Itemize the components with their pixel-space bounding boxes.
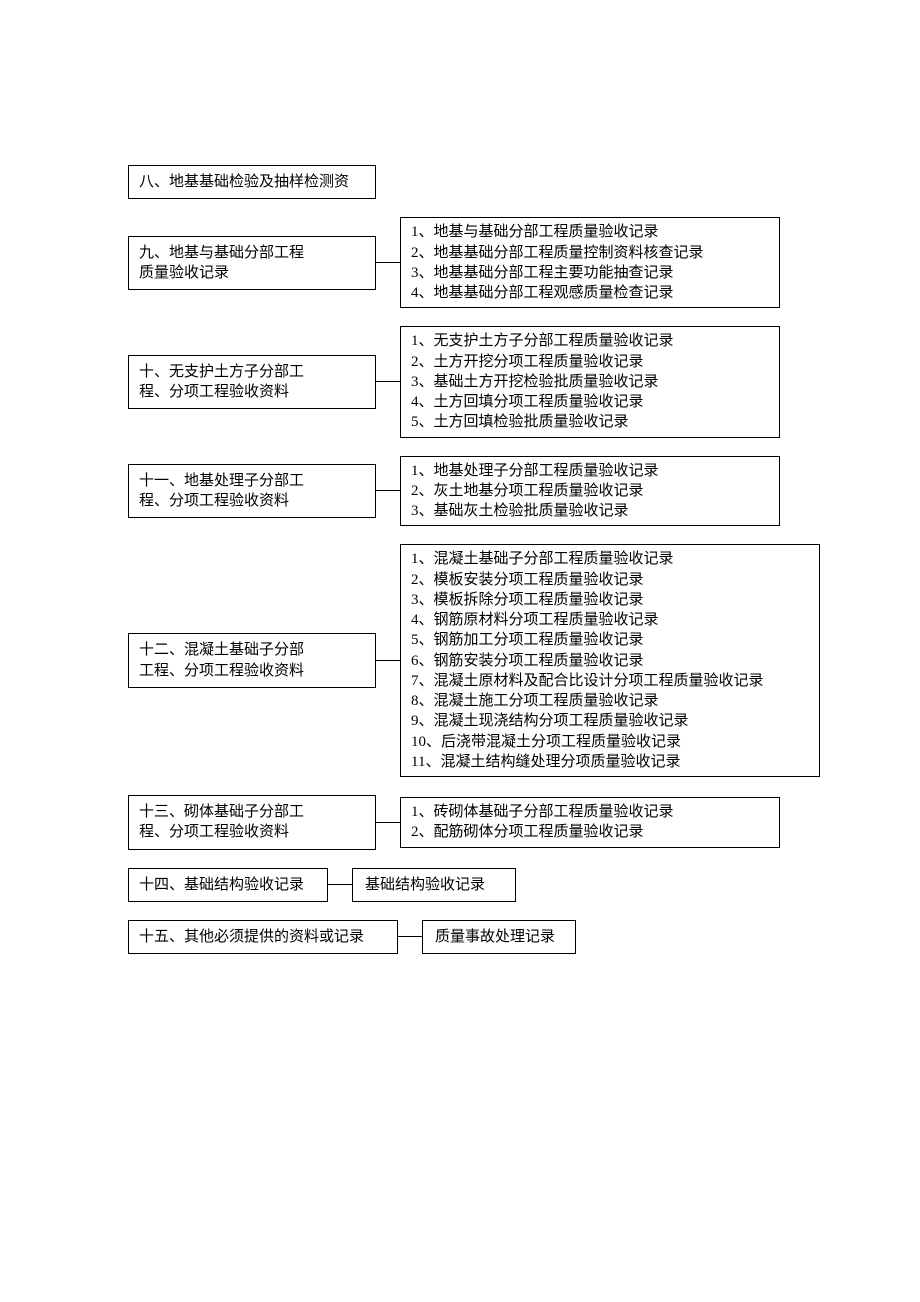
list-item: 8、混凝土施工分项工程质量验收记录 (411, 691, 809, 711)
connector-icon (376, 822, 400, 823)
list-item: 9、混凝土现浇结构分项工程质量验收记录 (411, 711, 809, 731)
connector-icon (328, 884, 352, 885)
connector-icon (376, 660, 400, 661)
section-10-title-line1: 十、无支护土方子分部工 (139, 362, 365, 382)
section-15-row: 十五、其他必须提供的资料或记录 质量事故处理记录 (0, 920, 920, 954)
section-13-title-line2: 程、分项工程验收资料 (139, 822, 365, 842)
section-8-title: 八、地基基础检验及抽样检测资 (139, 174, 349, 190)
list-item: 1、无支护土方子分部工程质量验收记录 (411, 331, 769, 351)
section-14-right-text: 基础结构验收记录 (365, 877, 485, 893)
list-item: 5、土方回填检验批质量验收记录 (411, 412, 769, 432)
list-item: 6、钢筋安装分项工程质量验收记录 (411, 651, 809, 671)
list-item: 2、模板安装分项工程质量验收记录 (411, 570, 809, 590)
section-14-right: 基础结构验收记录 (352, 868, 516, 902)
section-14-box: 十四、基础结构验收记录 (128, 868, 328, 902)
list-item: 1、混凝土基础子分部工程质量验收记录 (411, 549, 809, 569)
list-item: 2、配筋砌体分项工程质量验收记录 (411, 822, 769, 842)
connector-icon (376, 490, 400, 491)
list-item: 7、混凝土原材料及配合比设计分项工程质量验收记录 (411, 671, 809, 691)
section-13-title-line1: 十三、砌体基础子分部工 (139, 802, 365, 822)
section-12-title-line2: 工程、分项工程验收资料 (139, 661, 365, 681)
list-item: 4、钢筋原材料分项工程质量验收记录 (411, 610, 809, 630)
section-10-row: 十、无支护土方子分部工 程、分项工程验收资料 1、无支护土方子分部工程质量验收记… (0, 326, 920, 437)
section-15-right-text: 质量事故处理记录 (435, 929, 555, 945)
section-10-title-line2: 程、分项工程验收资料 (139, 382, 365, 402)
section-11-items: 1、地基处理子分部工程质量验收记录 2、灰土地基分项工程质量验收记录 3、基础灰… (400, 456, 780, 527)
section-8-box: 八、地基基础检验及抽样检测资 (128, 165, 376, 199)
section-9-title-line1: 九、地基与基础分部工程 (139, 243, 365, 263)
section-13-items: 1、砖砌体基础子分部工程质量验收记录 2、配筋砌体分项工程质量验收记录 (400, 797, 780, 848)
section-12-items: 1、混凝土基础子分部工程质量验收记录 2、模板安装分项工程质量验收记录 3、模板… (400, 544, 820, 777)
section-9-items: 1、地基与基础分部工程质量验收记录 2、地基基础分部工程质量控制资料核查记录 3… (400, 217, 780, 308)
section-8-row: 八、地基基础检验及抽样检测资 (0, 165, 920, 199)
connector-icon (376, 262, 400, 263)
list-item: 11、混凝土结构缝处理分项质量验收记录 (411, 752, 809, 772)
list-item: 2、地基基础分部工程质量控制资料核查记录 (411, 243, 769, 263)
section-14-title: 十四、基础结构验收记录 (139, 877, 304, 893)
list-item: 2、土方开挖分项工程质量验收记录 (411, 352, 769, 372)
section-15-right: 质量事故处理记录 (422, 920, 576, 954)
section-11-title-line1: 十一、地基处理子分部工 (139, 471, 365, 491)
section-12-title-line1: 十二、混凝土基础子分部 (139, 640, 365, 660)
section-9-row: 九、地基与基础分部工程 质量验收记录 1、地基与基础分部工程质量验收记录 2、地… (0, 217, 920, 308)
section-11-title-line2: 程、分项工程验收资料 (139, 491, 365, 511)
section-9-box: 九、地基与基础分部工程 质量验收记录 (128, 236, 376, 291)
list-item: 3、模板拆除分项工程质量验收记录 (411, 590, 809, 610)
connector-icon (398, 936, 422, 937)
list-item: 4、土方回填分项工程质量验收记录 (411, 392, 769, 412)
section-13-row: 十三、砌体基础子分部工 程、分项工程验收资料 1、砖砌体基础子分部工程质量验收记… (0, 795, 920, 850)
list-item: 3、基础灰土检验批质量验收记录 (411, 501, 769, 521)
section-11-row: 十一、地基处理子分部工 程、分项工程验收资料 1、地基处理子分部工程质量验收记录… (0, 456, 920, 527)
section-13-box: 十三、砌体基础子分部工 程、分项工程验收资料 (128, 795, 376, 850)
list-item: 3、基础土方开挖检验批质量验收记录 (411, 372, 769, 392)
section-10-box: 十、无支护土方子分部工 程、分项工程验收资料 (128, 355, 376, 410)
list-item: 3、地基基础分部工程主要功能抽查记录 (411, 263, 769, 283)
connector-icon (376, 381, 400, 382)
list-item: 1、地基处理子分部工程质量验收记录 (411, 461, 769, 481)
list-item: 1、地基与基础分部工程质量验收记录 (411, 222, 769, 242)
section-10-items: 1、无支护土方子分部工程质量验收记录 2、土方开挖分项工程质量验收记录 3、基础… (400, 326, 780, 437)
section-11-box: 十一、地基处理子分部工 程、分项工程验收资料 (128, 464, 376, 519)
list-item: 1、砖砌体基础子分部工程质量验收记录 (411, 802, 769, 822)
section-9-title-line2: 质量验收记录 (139, 263, 365, 283)
section-15-title: 十五、其他必须提供的资料或记录 (139, 929, 364, 945)
list-item: 10、后浇带混凝土分项工程质量验收记录 (411, 732, 809, 752)
section-15-box: 十五、其他必须提供的资料或记录 (128, 920, 398, 954)
section-12-box: 十二、混凝土基础子分部 工程、分项工程验收资料 (128, 633, 376, 688)
section-12-row: 十二、混凝土基础子分部 工程、分项工程验收资料 1、混凝土基础子分部工程质量验收… (0, 544, 920, 777)
section-14-row: 十四、基础结构验收记录 基础结构验收记录 (0, 868, 920, 902)
list-item: 4、地基基础分部工程观感质量检查记录 (411, 283, 769, 303)
list-item: 2、灰土地基分项工程质量验收记录 (411, 481, 769, 501)
list-item: 5、钢筋加工分项工程质量验收记录 (411, 630, 809, 650)
